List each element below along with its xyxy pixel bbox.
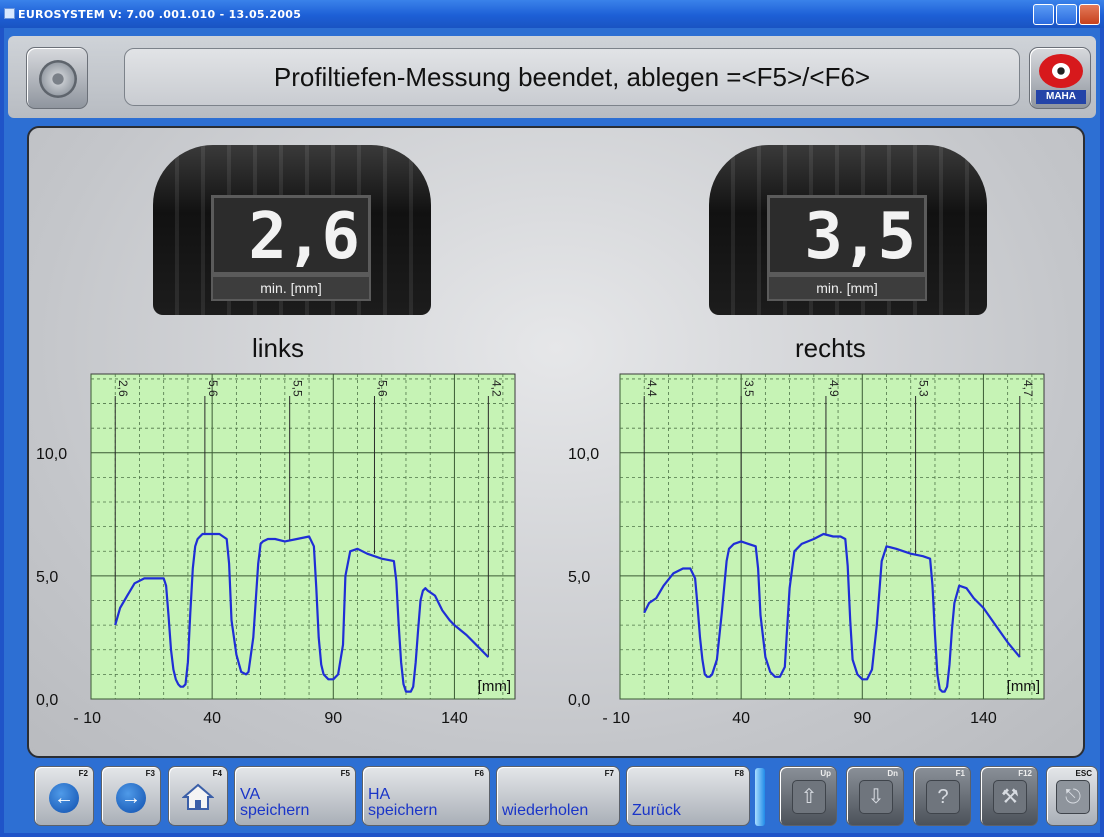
x-tick-label: 40 <box>732 710 750 727</box>
depth-marker-label: 4,2 <box>489 380 503 397</box>
fkey-label: F6 <box>474 769 484 778</box>
exit-button[interactable]: ESC ⎋ <box>1046 766 1098 826</box>
fkey-label: F7 <box>604 769 614 778</box>
fkey-label: F5 <box>340 769 350 778</box>
depth-marker-label: 5,3 <box>917 380 931 397</box>
x-unit-label: [mm] <box>478 678 511 695</box>
fkey-label: F3 <box>145 769 155 778</box>
home-button[interactable]: F4 <box>168 766 228 826</box>
depth-marker-label: 2,6 <box>116 380 130 397</box>
y-tick-label: 0,0 <box>36 692 58 709</box>
page-down-button[interactable]: Dn ⇩ <box>846 766 904 826</box>
repeat-button[interactable]: F7 wiederholen <box>496 766 620 826</box>
label-line1: HA <box>368 786 391 803</box>
arrow-left-icon: ← <box>49 783 79 813</box>
depth-marker-label: 3,5 <box>742 380 756 397</box>
label-line2: speichern <box>240 802 310 819</box>
chart-plot-area <box>90 373 516 700</box>
depth-marker-label: 5,5 <box>291 380 305 397</box>
fkey-label: Dn <box>887 769 898 778</box>
fkey-label: Up <box>820 769 831 778</box>
fkey-label: ESC <box>1075 769 1092 778</box>
help-button[interactable]: F1 ? <box>913 766 971 826</box>
x-unit-label: [mm] <box>1007 678 1040 695</box>
fkey-label: F8 <box>734 769 744 778</box>
home-icon <box>182 783 214 810</box>
forward-button[interactable]: F3 → <box>101 766 161 826</box>
fkey-label: F1 <box>955 769 965 778</box>
y-tick-label: 10,0 <box>36 446 67 463</box>
label-line2: wiederholen <box>502 802 589 819</box>
arrow-right-icon: → <box>116 783 146 813</box>
button-label: VA speichern <box>240 787 309 819</box>
fkey-label: F2 <box>78 769 88 778</box>
x-tick-label: - 10 <box>73 710 101 727</box>
help-icon: ? <box>926 780 960 814</box>
fkey-label: F4 <box>212 769 222 778</box>
x-tick-label: 40 <box>203 710 221 727</box>
label-line1: VA <box>240 786 261 803</box>
depth-marker-label: 5,6 <box>206 380 220 397</box>
y-tick-label: 5,0 <box>36 569 58 586</box>
back-text-button[interactable]: F8 Zurück <box>626 766 750 826</box>
button-label: Zurück <box>632 803 681 819</box>
tools-button[interactable]: F12 ⚒ <box>980 766 1038 826</box>
save-ha-button[interactable]: F6 HA speichern <box>362 766 490 826</box>
arrow-down-icon: ⇩ <box>859 780 893 814</box>
depth-marker-label: 4,9 <box>827 380 841 397</box>
x-tick-label: 140 <box>441 710 468 727</box>
x-tick-label: 90 <box>324 710 342 727</box>
label-line2: speichern <box>368 802 438 819</box>
y-tick-label: 10,0 <box>568 446 599 463</box>
x-tick-label: 140 <box>970 710 997 727</box>
x-tick-label: - 10 <box>602 710 630 727</box>
page-up-button[interactable]: Up ⇧ <box>779 766 837 826</box>
tools-icon: ⚒ <box>993 780 1027 814</box>
x-tick-label: 90 <box>853 710 871 727</box>
button-label: HA speichern <box>368 787 437 819</box>
button-label: wiederholen <box>502 803 588 819</box>
back-button[interactable]: F2 ← <box>34 766 94 826</box>
depth-marker-label: 4,7 <box>1021 380 1035 397</box>
arrow-up-icon: ⇧ <box>792 780 826 814</box>
label-line2: Zurück <box>632 802 681 819</box>
exit-icon: ⎋ <box>1056 780 1090 814</box>
fkey-label: F12 <box>1018 769 1032 778</box>
y-tick-label: 5,0 <box>568 569 590 586</box>
save-va-button[interactable]: F5 VA speichern <box>234 766 356 826</box>
depth-marker-label: 5,6 <box>375 380 389 397</box>
toolbar-divider <box>755 768 765 826</box>
depth-marker-label: 4,4 <box>645 380 659 397</box>
y-tick-label: 0,0 <box>568 692 590 709</box>
profile-charts: 0,0 5,0 10,0 - 10 40 90 140 [mm] 2,6 5,6 5,5 5,6 4,2… <box>36 373 1045 727</box>
